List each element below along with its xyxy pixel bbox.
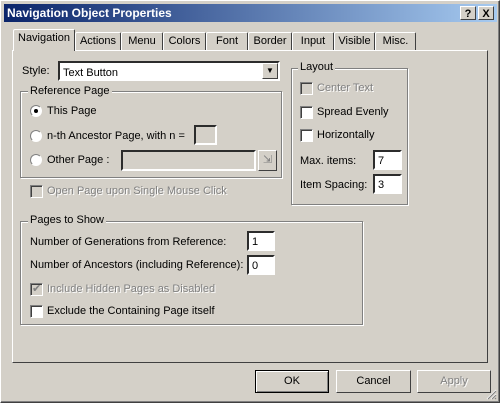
style-label: Style: [22,65,50,77]
ancestors-label: Number of Ancestors (including Reference… [30,259,244,271]
tab-input[interactable]: Input [292,32,334,50]
max-items-field[interactable]: 7 [373,150,402,170]
tab-colors[interactable]: Colors [163,32,206,50]
radio-other-page[interactable] [30,154,42,166]
browse-page-button[interactable]: ⇲ [258,150,277,171]
this-page-label: This Page [47,105,97,117]
style-value: Text Button [63,67,119,79]
apply-button[interactable]: Apply [417,370,491,393]
ancestors-field[interactable]: 0 [247,255,275,275]
other-page-field[interactable] [121,150,256,171]
pages-to-show-title: Pages to Show [28,214,106,226]
item-spacing-label: Item Spacing: [300,179,368,191]
center-text-checkbox[interactable] [300,82,313,95]
max-items-label: Max. items: [300,155,357,167]
ok-button[interactable]: OK [255,370,329,393]
title-bar[interactable]: Navigation Object Properties ? X [4,4,497,22]
open-single-click-checkbox[interactable] [30,185,43,198]
resize-grip-icon[interactable] [485,388,497,400]
item-spacing-field[interactable]: 3 [373,174,402,194]
chevron-down-icon[interactable]: ▼ [262,63,278,79]
style-select[interactable]: Text Button ▼ [58,61,280,81]
browse-icon: ⇲ [262,154,273,166]
cancel-button[interactable]: Cancel [336,370,411,393]
nth-ancestor-label: n-th Ancestor Page, with n = [47,130,185,142]
other-page-label: Other Page : [47,154,110,166]
spread-evenly-label: Spread Evenly [317,106,389,118]
horizontally-label: Horizontally [317,129,375,141]
nth-value-field[interactable] [194,125,217,145]
include-hidden-checkbox[interactable]: ✔ [30,283,43,296]
radio-nth-ancestor[interactable] [30,130,42,142]
tab-menu[interactable]: Menu [121,32,163,50]
generations-field[interactable]: 1 [247,231,275,251]
tab-navigation[interactable]: Navigation [13,29,75,51]
generations-label: Number of Generations from Reference: [30,236,227,248]
dialog-window: Navigation Object Properties ? X Navigat… [0,0,500,403]
tab-visible[interactable]: Visible [334,32,375,50]
exclude-containing-label: Exclude the Containing Page itself [47,305,215,317]
center-text-label: Center Text [317,82,374,94]
window-title: Navigation Object Properties [7,6,172,20]
tab-border[interactable]: Border [248,32,292,50]
close-button[interactable]: X [478,6,494,20]
help-button[interactable]: ? [460,6,476,20]
tab-misc[interactable]: Misc. [375,32,416,50]
horizontally-checkbox[interactable] [300,129,313,142]
open-single-click-label: Open Page upon Single Mouse Click [47,185,227,197]
reference-page-title: Reference Page [28,85,112,97]
spread-evenly-checkbox[interactable] [300,106,313,119]
layout-title: Layout [298,61,336,73]
include-hidden-label: Include Hidden Pages as Disabled [47,283,216,295]
radio-this-page[interactable] [30,105,42,117]
tab-font[interactable]: Font [206,32,248,50]
exclude-containing-checkbox[interactable] [30,305,43,318]
tab-actions[interactable]: Actions [75,32,121,50]
